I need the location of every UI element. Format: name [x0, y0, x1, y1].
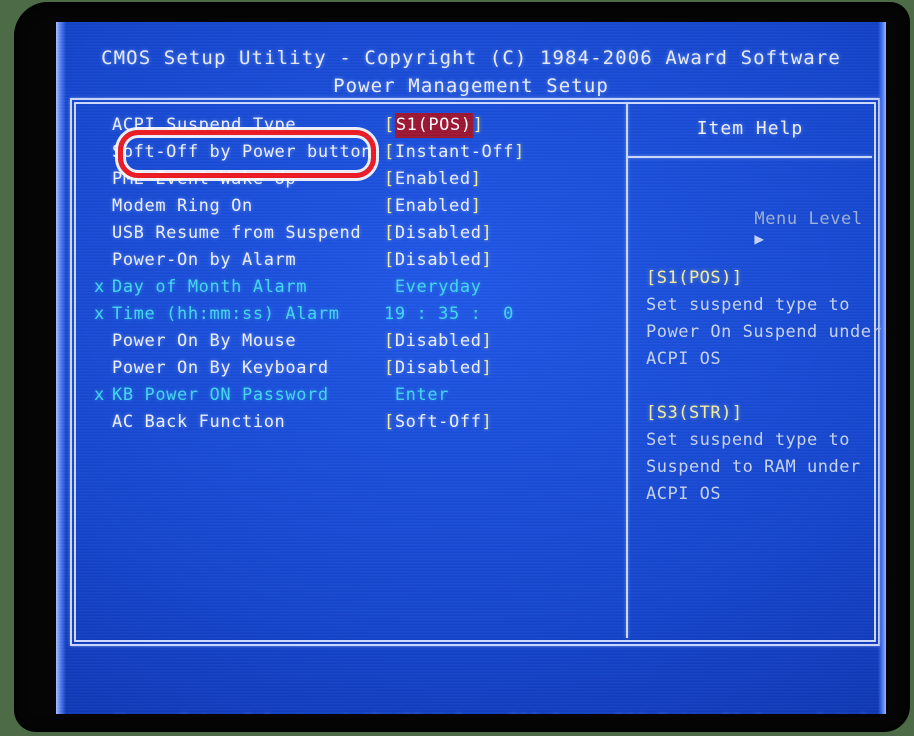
setting-value-text: Disabled: [394, 358, 482, 378]
setting-value[interactable]: [Disabled]: [384, 328, 492, 355]
help-entry-line: Set suspend type to: [646, 295, 850, 315]
help-entry-key: [S3(STR)]: [646, 403, 743, 423]
panel-divider-vertical: [626, 102, 628, 638]
setting-label: Day of Month Alarm: [112, 277, 308, 297]
disabled-marker-icon: x: [94, 304, 105, 324]
value-bracket-open: [: [384, 223, 395, 243]
help-entry-line: ACPI OS: [646, 484, 722, 504]
value-bracket-open: [: [384, 358, 395, 378]
setting-label: Power On By Keyboard: [112, 358, 329, 378]
value-bracket-close: ]: [481, 331, 493, 351]
setting-label: AC Back Function: [112, 412, 286, 432]
item-help-title: Item Help: [696, 118, 804, 139]
key-help-line-1: ↑↓→←:Move Enter:Select +/-/PU/PD:Value F…: [56, 708, 886, 714]
setting-label: Power-On by Alarm: [112, 250, 297, 270]
value-bracket-open: [: [384, 412, 395, 432]
setting-value-text: Soft-Off: [394, 412, 482, 432]
setting-value[interactable]: [Disabled]: [384, 220, 492, 247]
value-bracket-close: ]: [514, 142, 525, 162]
item-help-body: [S1(POS)] Set suspend type to Power On Sus…: [646, 265, 886, 508]
value-bracket-close: ]: [481, 223, 493, 243]
disabled-marker-icon: x: [94, 385, 105, 405]
value-bracket-open: [: [384, 250, 395, 270]
setting-value[interactable]: [Instant-Off]: [384, 139, 525, 166]
setting-value[interactable]: [Enabled]: [384, 193, 482, 220]
setting-value[interactable]: [Soft-Off]: [384, 409, 492, 436]
setting-row[interactable]: ACPI Suspend Type [S1(POS)]: [94, 112, 624, 139]
value-bracket-open: [: [384, 169, 395, 189]
settings-list: ACPI Suspend Type [S1(POS)] Soft-Off by Po…: [94, 112, 624, 436]
setting-label: ACPI Suspend Type: [112, 115, 297, 135]
menu-level-row: Menu Level ▶: [646, 189, 863, 269]
setting-value-text: Enabled: [394, 196, 471, 216]
setting-row[interactable]: x KB Power ON Password Enter: [94, 382, 624, 409]
setting-row[interactable]: Power On By Keyboard [Disabled]: [94, 355, 624, 382]
value-bracket-close: ]: [481, 358, 493, 378]
setting-value[interactable]: [Enabled]: [384, 166, 482, 193]
setting-row[interactable]: x Time (hh:mm:ss) Alarm 19 : 35 : 0: [94, 301, 624, 328]
value-bracket-close: ]: [470, 169, 482, 189]
setting-value-text: Enter: [384, 385, 450, 405]
help-entry-line: Set suspend type to: [646, 430, 850, 450]
value-bracket-close: ]: [481, 250, 493, 270]
setting-value-text: Everyday: [384, 277, 482, 297]
setting-row[interactable]: PME Event Wake Up [Enabled]: [94, 166, 624, 193]
setting-value-text: Disabled: [394, 331, 482, 351]
setting-value[interactable]: [Disabled]: [384, 247, 492, 274]
bios-screen: CMOS Setup Utility - Copyright (C) 1984-…: [56, 22, 886, 714]
setting-value[interactable]: 19 : 35 : 0: [384, 301, 514, 328]
help-entry-line: Power On Suspend under: [646, 322, 883, 342]
value-bracket-close: ]: [481, 412, 493, 432]
setting-row[interactable]: USB Resume from Suspend [Disabled]: [94, 220, 624, 247]
help-spacer: [646, 373, 886, 400]
setting-label: Soft-Off by Power button: [112, 142, 373, 162]
value-bracket-open: [: [384, 115, 395, 135]
bios-header: CMOS Setup Utility - Copyright (C) 1984-…: [56, 44, 886, 100]
value-bracket-open: [: [384, 142, 395, 162]
setting-value-text: Disabled: [394, 223, 482, 243]
setting-label: Time (hh:mm:ss) Alarm: [112, 304, 340, 324]
setting-row[interactable]: Modem Ring On [Enabled]: [94, 193, 624, 220]
setting-row[interactable]: AC Back Function [Soft-Off]: [94, 409, 624, 436]
setting-row[interactable]: Power-On by Alarm [Disabled]: [94, 247, 624, 274]
page-title: Power Management Setup: [333, 75, 609, 97]
setting-value-text: S1(POS): [394, 113, 473, 138]
setting-label: Power On By Mouse: [112, 331, 297, 351]
setting-value-text: Instant-Off: [394, 142, 515, 162]
setting-value[interactable]: Enter: [384, 382, 449, 409]
disabled-marker-icon: x: [94, 277, 105, 297]
value-bracket-close: ]: [470, 196, 482, 216]
setting-value[interactable]: Everyday: [384, 274, 482, 301]
setting-value[interactable]: [S1(POS)]: [384, 112, 484, 139]
help-entry-line: ACPI OS: [646, 349, 722, 369]
setting-value-text: Enabled: [394, 169, 471, 189]
panel-divider-horizontal: [628, 156, 872, 158]
key-help-footer: ↑↓→←:Move Enter:Select +/-/PU/PD:Value F…: [56, 652, 886, 714]
value-bracket-open: [: [384, 331, 395, 351]
setting-label: PME Event Wake Up: [112, 169, 297, 189]
value-bracket-close: ]: [472, 115, 484, 135]
help-entry-line: Suspend to RAM under: [646, 457, 861, 477]
value-bracket-open: [: [384, 196, 395, 216]
monitor-bezel: CMOS Setup Utility - Copyright (C) 1984-…: [14, 2, 910, 732]
help-entry-key: [S1(POS)]: [646, 268, 743, 288]
setting-label: Modem Ring On: [112, 196, 253, 216]
setting-label: KB Power ON Password: [112, 385, 329, 405]
screenshot-stage: CMOS Setup Utility - Copyright (C) 1984-…: [0, 0, 914, 736]
setting-value[interactable]: [Disabled]: [384, 355, 492, 382]
setting-row[interactable]: Soft-Off by Power button [Instant-Off]: [94, 139, 624, 166]
setting-value-text: Disabled: [394, 250, 482, 270]
setting-value-text: 19 : 35 : 0: [384, 304, 515, 324]
utility-title: CMOS Setup Utility - Copyright (C) 1984-…: [101, 47, 841, 69]
setting-row[interactable]: Power On By Mouse [Disabled]: [94, 328, 624, 355]
setting-label: USB Resume from Suspend: [112, 223, 362, 243]
chevron-right-icon: ▶: [754, 229, 765, 248]
setting-row[interactable]: x Day of Month Alarm Everyday: [94, 274, 624, 301]
menu-level-label: Menu Level: [754, 209, 863, 229]
